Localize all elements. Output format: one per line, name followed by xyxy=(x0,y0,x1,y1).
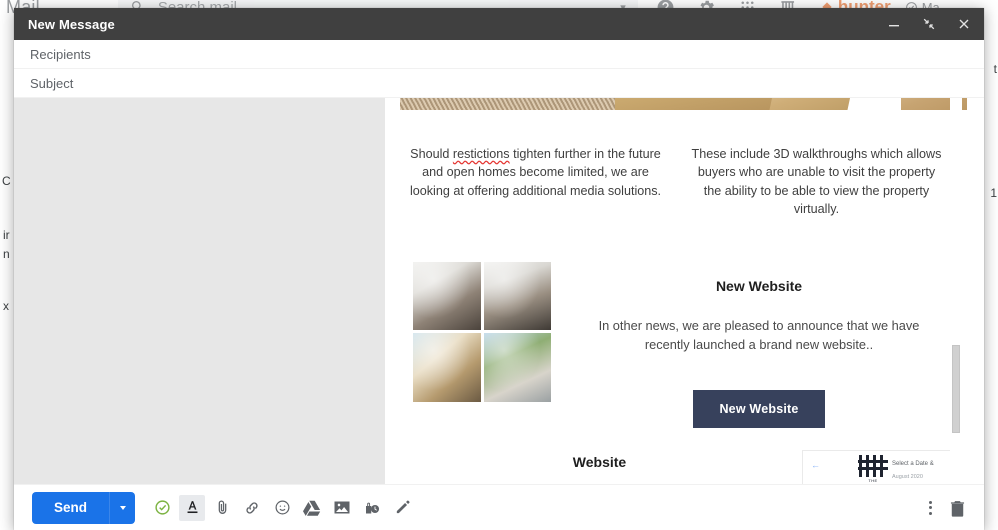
new-website-cta-button[interactable]: New Website xyxy=(693,390,824,428)
subject-field[interactable]: Subject xyxy=(14,69,984,98)
booking-widget-screenshot: ← THE PICKET FENCE The Picket Fence xyxy=(802,450,957,484)
minimize-button[interactable] xyxy=(886,16,902,32)
send-button-group: Send xyxy=(32,492,135,524)
lock-clock-icon xyxy=(363,499,381,516)
rail-fragment-4: x xyxy=(3,299,9,313)
house-exterior-photo xyxy=(484,333,552,402)
paragraph-walkthroughs: These include 3D walkthroughs which allo… xyxy=(690,145,943,219)
send-button[interactable]: Send xyxy=(32,492,109,524)
new-website-paragraph: In other news, we are pleased to announc… xyxy=(575,316,943,354)
website-text: Website Our website also includes an onl… xyxy=(413,454,786,484)
recipients-placeholder: Recipients xyxy=(30,47,91,62)
send-options-button[interactable] xyxy=(109,492,135,524)
right-fragment-1: t xyxy=(994,62,997,76)
pen-icon xyxy=(394,499,411,516)
close-icon xyxy=(957,17,971,31)
lounge-dining-photo xyxy=(484,262,552,331)
misspelled-word[interactable]: restictions xyxy=(453,147,510,161)
cropped-image-c xyxy=(769,98,858,110)
more-options-button[interactable] xyxy=(929,501,932,515)
new-website-text: New Website In other news, we are please… xyxy=(575,262,943,429)
website-section: Website Our website also includes an onl… xyxy=(385,428,967,484)
insert-emoji-button[interactable] xyxy=(269,495,295,521)
two-column-text-block: Should restictions tighten further in th… xyxy=(385,110,967,232)
gmail-left-rail: C ir n x xyxy=(0,14,14,530)
minimize-icon xyxy=(887,17,901,31)
compose-window: New Message Recipients Subjec xyxy=(14,8,984,530)
right-fragment-2: 1 xyxy=(990,186,997,200)
compose-tools xyxy=(149,495,415,521)
insert-photo-button[interactable] xyxy=(329,495,355,521)
cropped-image-b xyxy=(615,98,775,110)
fence-icon xyxy=(858,455,888,477)
email-newsletter-content: Should restictions tighten further in th… xyxy=(385,98,967,484)
attach-files-button[interactable] xyxy=(209,495,235,521)
emoji-icon xyxy=(274,499,291,516)
discard-draft-button[interactable] xyxy=(944,495,970,521)
bedroom-pool-view-photo xyxy=(413,333,481,402)
compose-body[interactable]: Should restictions tighten further in th… xyxy=(14,98,984,484)
chevron-down-icon xyxy=(120,506,126,510)
back-arrow-icon: ← xyxy=(811,460,820,470)
calendar-month: August 2020 xyxy=(892,474,950,480)
website-heading: Website xyxy=(413,454,786,470)
paperclip-icon xyxy=(214,499,231,516)
rail-fragment-2: ir xyxy=(3,228,10,242)
new-website-section: New Website In other news, we are please… xyxy=(385,232,967,429)
compose-title: New Message xyxy=(28,17,115,32)
column-right: These include 3D walkthroughs which allo… xyxy=(690,132,943,232)
booking-calendar: Select a Date & August 2020 xyxy=(892,461,950,484)
gmail-right-strip: t 1 xyxy=(986,14,998,530)
cropped-image-a xyxy=(400,98,615,110)
trash-icon xyxy=(949,499,966,517)
link-icon xyxy=(243,499,261,517)
paragraph-restrictions: Should restictions tighten further in th… xyxy=(409,145,662,201)
compose-action-bar: Send xyxy=(14,484,984,530)
paragraph-text-before: Should xyxy=(410,147,453,161)
body-left-blank-region xyxy=(14,98,385,484)
google-drive-icon xyxy=(303,499,321,516)
screen: Mail Search mail ▾ hunter xyxy=(0,0,998,530)
insert-link-button[interactable] xyxy=(239,495,265,521)
subject-placeholder: Subject xyxy=(30,76,73,91)
email-scrollbar-track[interactable] xyxy=(950,98,962,484)
fullscreen-button[interactable] xyxy=(921,16,937,32)
rail-fragment-3: n xyxy=(3,247,10,261)
picket-fence-logo: THE PICKET FENCE xyxy=(849,455,897,484)
recipients-field[interactable]: Recipients xyxy=(14,40,984,69)
close-button[interactable] xyxy=(956,16,972,32)
insert-signature-button[interactable] xyxy=(389,495,415,521)
compose-right-tools xyxy=(929,495,970,521)
new-website-heading: New Website xyxy=(575,278,943,294)
property-photo-grid xyxy=(413,262,551,402)
image-icon xyxy=(333,499,351,516)
rail-fragment-1: C xyxy=(2,174,11,188)
calendar-header: Select a Date & xyxy=(892,461,950,467)
formatting-options-button[interactable] xyxy=(179,495,205,521)
compose-header[interactable]: New Message xyxy=(14,8,984,40)
insert-drive-button[interactable] xyxy=(299,495,325,521)
grammar-check-button[interactable] xyxy=(149,495,175,521)
text-format-icon xyxy=(184,499,201,516)
column-left: Should restictions tighten further in th… xyxy=(409,132,662,232)
exit-fullscreen-icon xyxy=(922,17,936,31)
cropped-images-row xyxy=(385,98,967,110)
email-scrollbar-thumb[interactable] xyxy=(952,345,960,433)
living-room-photo xyxy=(413,262,481,331)
check-circle-icon xyxy=(154,499,171,516)
compose-window-controls xyxy=(886,16,972,32)
confidential-mode-button[interactable] xyxy=(359,495,385,521)
